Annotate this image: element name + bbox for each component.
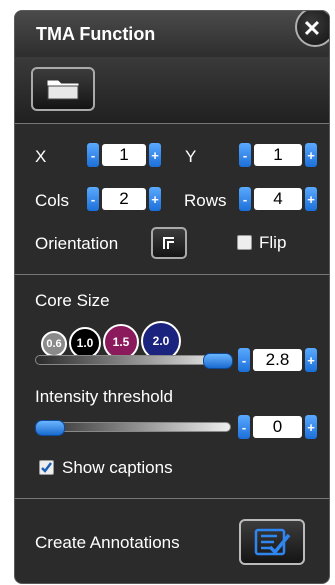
rows-decrement-button[interactable]: - xyxy=(239,187,251,211)
section-divider xyxy=(15,274,329,275)
show-captions-label: Show captions xyxy=(62,458,173,477)
cols-stepper[interactable]: - 2 + xyxy=(87,187,161,211)
rows-increment-button[interactable]: + xyxy=(305,187,317,211)
cols-decrement-button[interactable]: - xyxy=(87,187,99,211)
tma-function-panel: TMA Function ✕ X - 1 + Y - 1 + Cols - 2 … xyxy=(14,10,330,584)
open-folder-button[interactable] xyxy=(31,67,95,111)
core-size-increment-button[interactable]: + xyxy=(305,348,317,372)
core-preset-label: 1.5 xyxy=(112,335,130,349)
annotation-edit-icon xyxy=(254,528,291,556)
toolbar xyxy=(15,57,329,124)
close-icon: ✕ xyxy=(302,16,322,41)
core-size-slider-track[interactable] xyxy=(35,355,229,365)
cols-input[interactable]: 2 xyxy=(102,188,146,210)
panel-title: TMA Function xyxy=(36,24,156,44)
cols-label: Cols xyxy=(35,191,70,210)
core-preset-0-6-button[interactable]: 0.6 xyxy=(41,331,67,357)
x-decrement-button[interactable]: - xyxy=(87,143,99,167)
core-preset-label: 1.0 xyxy=(76,336,94,350)
orientation-button[interactable] xyxy=(151,227,187,259)
intensity-slider-handle[interactable] xyxy=(35,420,65,436)
y-label: Y xyxy=(185,147,197,166)
intensity-input[interactable]: 0 xyxy=(253,416,302,438)
intensity-stepper[interactable]: - 0 + xyxy=(238,415,317,439)
title-bar: TMA Function xyxy=(15,11,329,57)
checkmark-icon xyxy=(41,462,52,473)
create-annotations-label: Create Annotations xyxy=(35,533,180,552)
y-input[interactable]: 1 xyxy=(254,144,302,166)
rows-input[interactable]: 4 xyxy=(254,188,302,210)
core-preset-label: 0.6 xyxy=(46,338,62,350)
x-input[interactable]: 1 xyxy=(102,144,146,166)
y-increment-button[interactable]: + xyxy=(305,143,317,167)
flip-label: Flip xyxy=(259,233,287,252)
core-size-slider-handle[interactable] xyxy=(203,353,233,369)
rows-label: Rows xyxy=(184,191,227,210)
y-decrement-button[interactable]: - xyxy=(239,143,251,167)
core-size-input[interactable]: 2.8 xyxy=(253,349,302,371)
core-preset-label: 2.0 xyxy=(152,334,170,348)
show-captions-checkbox[interactable] xyxy=(39,460,54,475)
rows-stepper[interactable]: - 4 + xyxy=(239,187,317,211)
orientation-label: Orientation xyxy=(35,234,119,253)
cols-increment-button[interactable]: + xyxy=(149,187,161,211)
core-size-label: Core Size xyxy=(35,291,110,310)
folder-icon xyxy=(47,80,79,100)
intensity-decrement-button[interactable]: - xyxy=(238,415,250,439)
x-increment-button[interactable]: + xyxy=(149,143,161,167)
intensity-threshold-label: Intensity threshold xyxy=(35,387,173,406)
flip-checkbox[interactable] xyxy=(237,235,252,250)
section-divider xyxy=(15,498,329,499)
orientation-corner-icon xyxy=(163,237,174,249)
core-size-decrement-button[interactable]: - xyxy=(238,348,250,372)
core-size-stepper[interactable]: - 2.8 + xyxy=(238,348,317,372)
x-stepper[interactable]: - 1 + xyxy=(87,143,161,167)
intensity-increment-button[interactable]: + xyxy=(305,415,317,439)
x-label: X xyxy=(35,147,47,166)
create-annotations-button[interactable] xyxy=(239,519,305,565)
close-button[interactable]: ✕ xyxy=(295,11,329,47)
y-stepper[interactable]: - 1 + xyxy=(239,143,317,167)
